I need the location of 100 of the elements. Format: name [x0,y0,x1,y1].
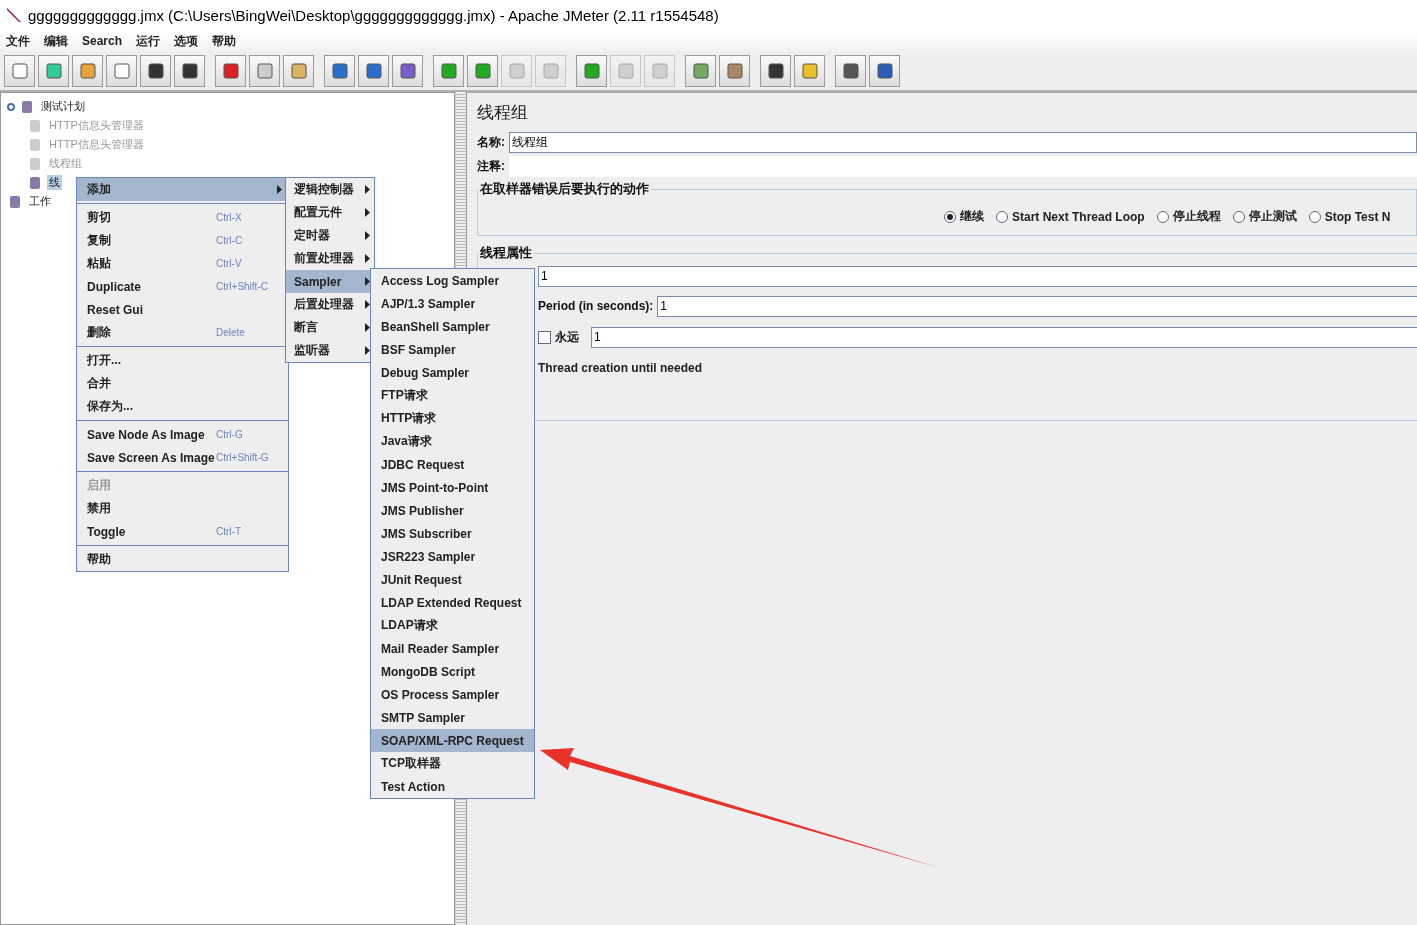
submenu-item[interactable]: FTP请求 [371,384,534,407]
submenu-item[interactable]: BeanShell Sampler [371,315,534,338]
tree-node[interactable]: 测试计划 [39,99,87,114]
submenu-item[interactable]: SOAP/XML-RPC Request [371,729,534,752]
field-label: 注释: [477,157,505,175]
submenu-item[interactable]: JMS Point-to-Point [371,476,534,499]
toolbar-button[interactable] [174,55,205,87]
menu-item[interactable]: 编辑 [44,32,68,50]
submenu-item[interactable]: 配置元件 [286,201,374,224]
submenu-item[interactable]: Access Log Sampler [371,269,534,292]
node-icon [7,193,23,210]
toolbar-button[interactable] [835,55,866,87]
menu-item[interactable]: 文件 [6,32,30,50]
submenu-item[interactable]: LDAP请求 [371,614,534,637]
submenu-item[interactable]: 断言 [286,316,374,339]
submenu-item[interactable]: Java请求 [371,430,534,453]
context-menu-item[interactable]: 剪切 Ctrl-X [77,206,288,229]
context-menu-item[interactable]: 禁用 [77,497,288,520]
node-icon [27,117,43,134]
toolbar-icon [506,61,527,81]
submenu-item[interactable]: BSF Sampler [371,338,534,361]
submenu-item[interactable]: JDBC Request [371,453,534,476]
toolbar-button[interactable] [869,55,900,87]
radio-option[interactable]: 继续 [944,208,984,225]
submenu-item[interactable]: SMTP Sampler [371,706,534,729]
submenu-item[interactable]: 定时器 [286,224,374,247]
toolbar-icon [472,61,493,81]
context-menu-item[interactable]: Save Node As Image Ctrl-G [77,423,288,446]
option-text: Thread creation until needed [538,361,703,375]
context-menu-item[interactable]: 粘贴 Ctrl-V [77,252,288,275]
context-menu-item[interactable]: 复制 Ctrl-C [77,229,288,252]
toolbar-icon [724,61,745,81]
context-menu-item[interactable]: 删除 Delete [77,321,288,344]
submenu-item[interactable]: TCP取样器 [371,752,534,775]
toolbar-icon [9,61,30,81]
submenu-item[interactable]: 前置处理器 [286,247,374,270]
checkbox[interactable] [538,330,551,344]
toolbar-button[interactable] [140,55,171,87]
submenu-arrow-icon [365,185,370,194]
submenu-item[interactable]: JSR223 Sampler [371,545,534,568]
field-label: Period (in seconds): [538,299,654,313]
toolbar-button[interactable] [392,55,423,87]
toolbar-icon [438,61,459,81]
toolbar-icon [799,61,820,81]
context-menu-item[interactable]: Save Screen As ImageCtrl+Shift-G [77,446,288,469]
submenu-item[interactable]: AJP/1.3 Sampler [371,292,534,315]
expand-handle-icon[interactable] [7,102,15,111]
group-title: 在取样器错误后要执行的动作 [479,180,650,198]
tree-node[interactable]: 线 [47,175,62,190]
submenu-item[interactable]: 监听器 [286,339,374,362]
radio-option[interactable]: Stop Test N [1308,208,1391,225]
tree-node[interactable]: 工作 [27,194,53,209]
submenu-arrow-icon [365,346,370,355]
radio-option[interactable]: 停止测试 [1232,208,1297,225]
submenu-item[interactable]: Debug Sampler [371,361,534,384]
toolbar-icon [540,61,561,81]
loop-field[interactable]: 1 [591,326,1417,348]
group-title: 线程属性 [479,244,533,262]
toolbar-icon [615,61,636,81]
context-menu-item[interactable]: 添加 [77,178,288,201]
context-menu-item[interactable]: Duplicate Ctrl+Shift-C [77,275,288,298]
submenu-item[interactable]: HTTP请求 [371,407,534,430]
submenu-item[interactable]: JUnit Request [371,568,534,591]
toolbar-button[interactable] [760,55,791,87]
submenu-arrow-icon [365,277,370,286]
submenu-item[interactable]: Mail Reader Sampler [371,637,534,660]
context-menu-item[interactable]: Reset Gui [77,298,288,321]
toolbar-icon [145,61,166,81]
radio-option[interactable]: 停止线程 [1156,208,1221,225]
submenu-item[interactable]: OS Process Sampler [371,683,534,706]
field-label: 名称: [477,133,505,151]
submenu-item[interactable]: JMS Publisher [371,499,534,522]
submenu-item[interactable]: MongoDB Script [371,660,534,683]
context-menu-item[interactable]: 帮助 [77,548,288,571]
submenu-arrow-icon [365,300,370,309]
toolbar-button[interactable] [324,55,355,87]
menu-item[interactable]: Search [82,34,123,48]
toolbar-button[interactable] [215,55,246,87]
toolbar-icon [77,61,98,81]
submenu-item[interactable]: 后置处理器 [286,293,374,316]
toolbar-icon [690,61,711,81]
submenu-item[interactable]: 逻辑控制器 [286,178,374,201]
window-title: ggggggggggggg.jmx (C:\Users\BingWei\Desktop\ggggggggggggg.jmx) - Apache JMeter (2.11 r1554548) [28,6,719,24]
context-menu-item[interactable]: Toggle Ctrl-T [77,520,288,543]
menu-item[interactable]: 运行 [136,32,161,50]
radio-option[interactable]: Start Next Thread Loop [996,208,1145,225]
menu-item[interactable]: 帮助 [212,32,237,50]
submenu-item[interactable]: LDAP Extended Request [371,591,534,614]
context-menu-item[interactable]: 合并 [77,372,288,395]
context-menu-item[interactable]: 打开... [77,349,288,372]
menu-item[interactable]: 选项 [174,32,199,50]
submenu-arrow-icon [365,231,370,240]
submenu-item[interactable]: JMS Subscriber [371,522,534,545]
period-field[interactable]: 1 [657,295,1417,317]
toolbar-icon [581,61,602,81]
name-field[interactable]: 线程组 [509,131,1417,153]
submenu-item[interactable]: Test Action [371,775,534,798]
context-menu-item[interactable]: 保存为... [77,395,288,418]
threads-field[interactable]: 1 [538,265,1417,287]
toolbar-button[interactable] [358,55,389,87]
